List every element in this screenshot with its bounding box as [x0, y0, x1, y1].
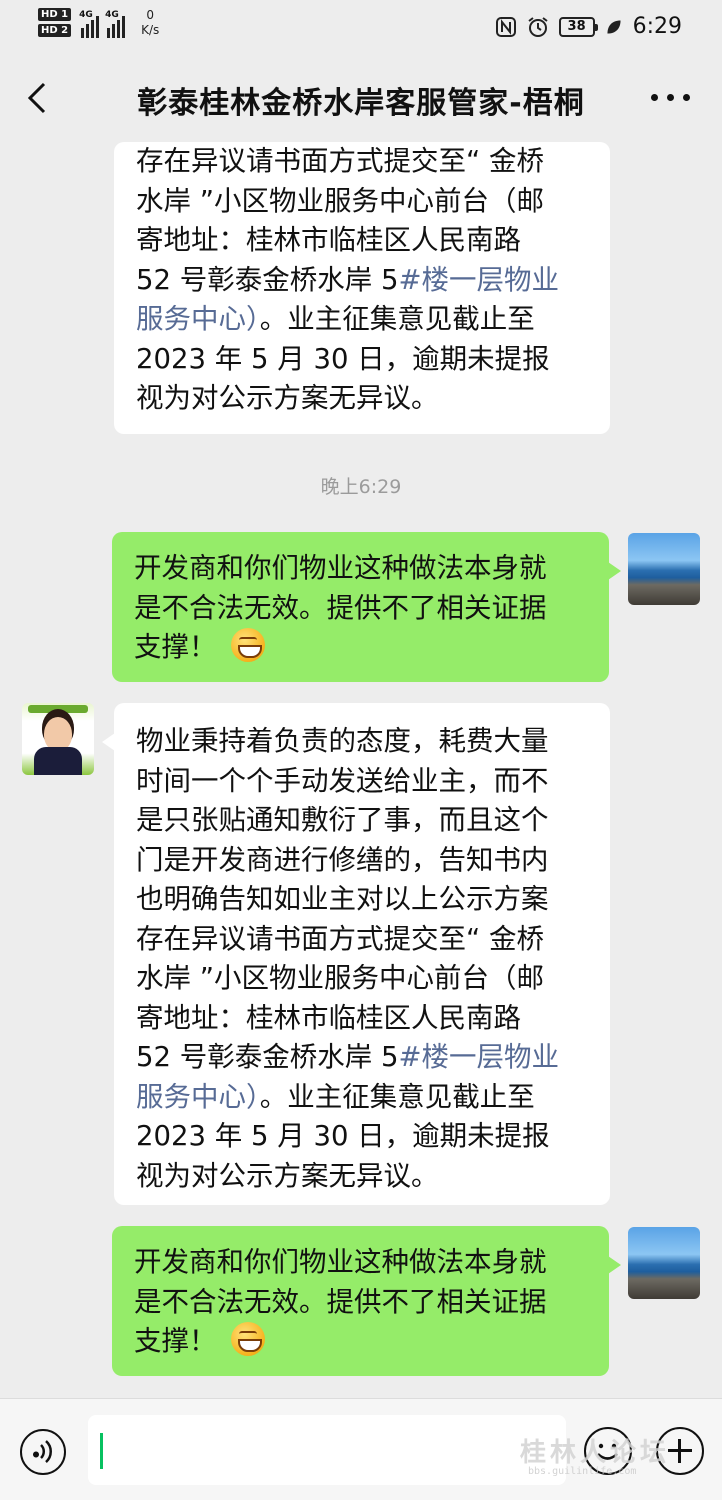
- speed-unit: K/s: [141, 23, 160, 37]
- message-line: 水岸 ”小区物业服务中心前台（邮: [136, 962, 544, 994]
- sim2-badge: HD 2: [38, 24, 72, 37]
- message-line: 2023 年 5 月 30 日，逾期未提报: [136, 342, 550, 375]
- chat-header: 彰泰桂林金桥水岸客服管家-梧桐: [0, 56, 722, 140]
- message-line: 门是开发商进行修缮的，告知书内: [136, 843, 549, 876]
- message-line: 也明确告知如业主对以上公示方案: [136, 883, 549, 915]
- contact-avatar[interactable]: [22, 703, 94, 775]
- message-line: 是不合法无效。提供不了相关证据: [134, 591, 547, 624]
- message-text: 。业主征集意见截止至: [259, 1080, 535, 1113]
- network-type-1: 4G: [79, 10, 93, 20]
- voice-icon[interactable]: [20, 1429, 66, 1475]
- message-line: 存在异议请书面方式提交至“ 金桥: [136, 145, 544, 177]
- message-line: 寄地址：桂林市临桂区人民南路: [136, 224, 521, 256]
- message-line: 52 号彰泰金桥水岸 5#楼一层物业: [136, 261, 588, 301]
- chat-title: 彰泰桂林金桥水岸客服管家-梧桐: [137, 86, 585, 121]
- message-line: 支撑！: [134, 628, 587, 668]
- signal-icon-2: 4G: [105, 8, 126, 38]
- leaf-icon: [607, 19, 621, 34]
- sim-indicators: HD 1 HD 2: [38, 8, 72, 37]
- message-line: 支撑！: [134, 1322, 587, 1362]
- status-bar: HD 1 HD 2 4G 4G 0 K/s 38 6:29: [0, 0, 722, 56]
- grinning-face-emoji-icon: [230, 1322, 265, 1356]
- message-line: 物业秉持着负责的态度，耗费大量: [136, 725, 549, 757]
- message-line: 开发商和你们物业这种做法本身就: [134, 552, 547, 584]
- message-bubble-outgoing[interactable]: 开发商和你们物业这种做法本身就 是不合法无效。提供不了相关证据 支撑！: [112, 532, 621, 682]
- message-link[interactable]: #楼一层物业: [398, 264, 559, 296]
- message-line: 服务中心）。业主征集意见截止至: [136, 1078, 588, 1118]
- self-avatar[interactable]: [628, 533, 700, 605]
- sim1-badge: HD 1: [38, 8, 72, 21]
- alarm-icon: [527, 16, 548, 37]
- status-bar-right: 38 6:29: [495, 14, 682, 39]
- self-avatar[interactable]: [628, 1227, 700, 1299]
- message-timestamp: 晚上6:29: [320, 476, 402, 498]
- message-link[interactable]: 服务中心）: [136, 1081, 260, 1113]
- message-line: 是不合法无效。提供不了相关证据: [134, 1285, 547, 1318]
- nfc-icon: [495, 16, 516, 37]
- grinning-face-emoji-icon: [230, 628, 265, 662]
- speed-value: 0: [146, 8, 155, 22]
- message-bubble-incoming[interactable]: 物业秉持着负责的态度，耗费大量 时间一个个手动发送给业主，而不 是只张贴通知敷衍…: [102, 703, 610, 1205]
- message-text: 。业主征集意见截止至: [259, 303, 535, 335]
- watermark: 桂林人论坛: [520, 1438, 671, 1468]
- signal-icon: 4G: [79, 8, 100, 38]
- message-line: 52 号彰泰金桥水岸 5#楼一层物业: [136, 1038, 588, 1078]
- message-line: 服务中心）。业主征集意见截止至: [136, 300, 588, 340]
- message-line: 2023 年 5 月 30 日，逾期未提报: [136, 1120, 550, 1152]
- message-text: 52 号彰泰金桥水岸 5: [136, 1041, 399, 1073]
- message-text: 52 号彰泰金桥水岸 5: [136, 263, 399, 296]
- message-line: 视为对公示方案无异议。: [136, 1159, 439, 1192]
- message-link[interactable]: 服务中心）: [136, 303, 260, 335]
- message-line: 寄地址：桂林市临桂区人民南路: [136, 1001, 521, 1034]
- message-input[interactable]: [88, 1415, 566, 1485]
- message-line: 时间一个个手动发送给业主，而不: [136, 764, 549, 797]
- message-line: 存在异议请书面方式提交至“ 金桥: [136, 922, 544, 955]
- message-text: 支撑！: [134, 631, 217, 663]
- network-type-2: 4G: [105, 10, 119, 20]
- watermark-url: bbs.guilinlife.com: [528, 1466, 637, 1477]
- clock: 6:29: [632, 14, 682, 39]
- battery-icon: 38: [558, 16, 598, 37]
- text-cursor: [100, 1433, 103, 1469]
- message-line: 视为对公示方案无异议。: [136, 382, 439, 414]
- network-speed: 0 K/s: [141, 8, 159, 38]
- message-line: 开发商和你们物业这种做法本身就: [134, 1246, 547, 1278]
- message-bubble-outgoing[interactable]: 开发商和你们物业这种做法本身就 是不合法无效。提供不了相关证据 支撑！: [112, 1226, 621, 1376]
- message-line: 是只张贴通知敷衍了事，而且这个: [136, 804, 549, 836]
- status-bar-left: HD 1 HD 2 4G 4G 0 K/s: [38, 8, 159, 38]
- message-line: 水岸 ”小区物业服务中心前台（邮: [136, 184, 544, 217]
- more-icon[interactable]: [651, 94, 690, 101]
- message-bubble-incoming[interactable]: 存在异议请书面方式提交至“ 金桥 水岸 ”小区物业服务中心前台（邮 寄地址：桂林…: [114, 142, 610, 434]
- message-link[interactable]: #楼一层物业: [398, 1041, 559, 1073]
- message-text: 支撑！: [134, 1325, 217, 1357]
